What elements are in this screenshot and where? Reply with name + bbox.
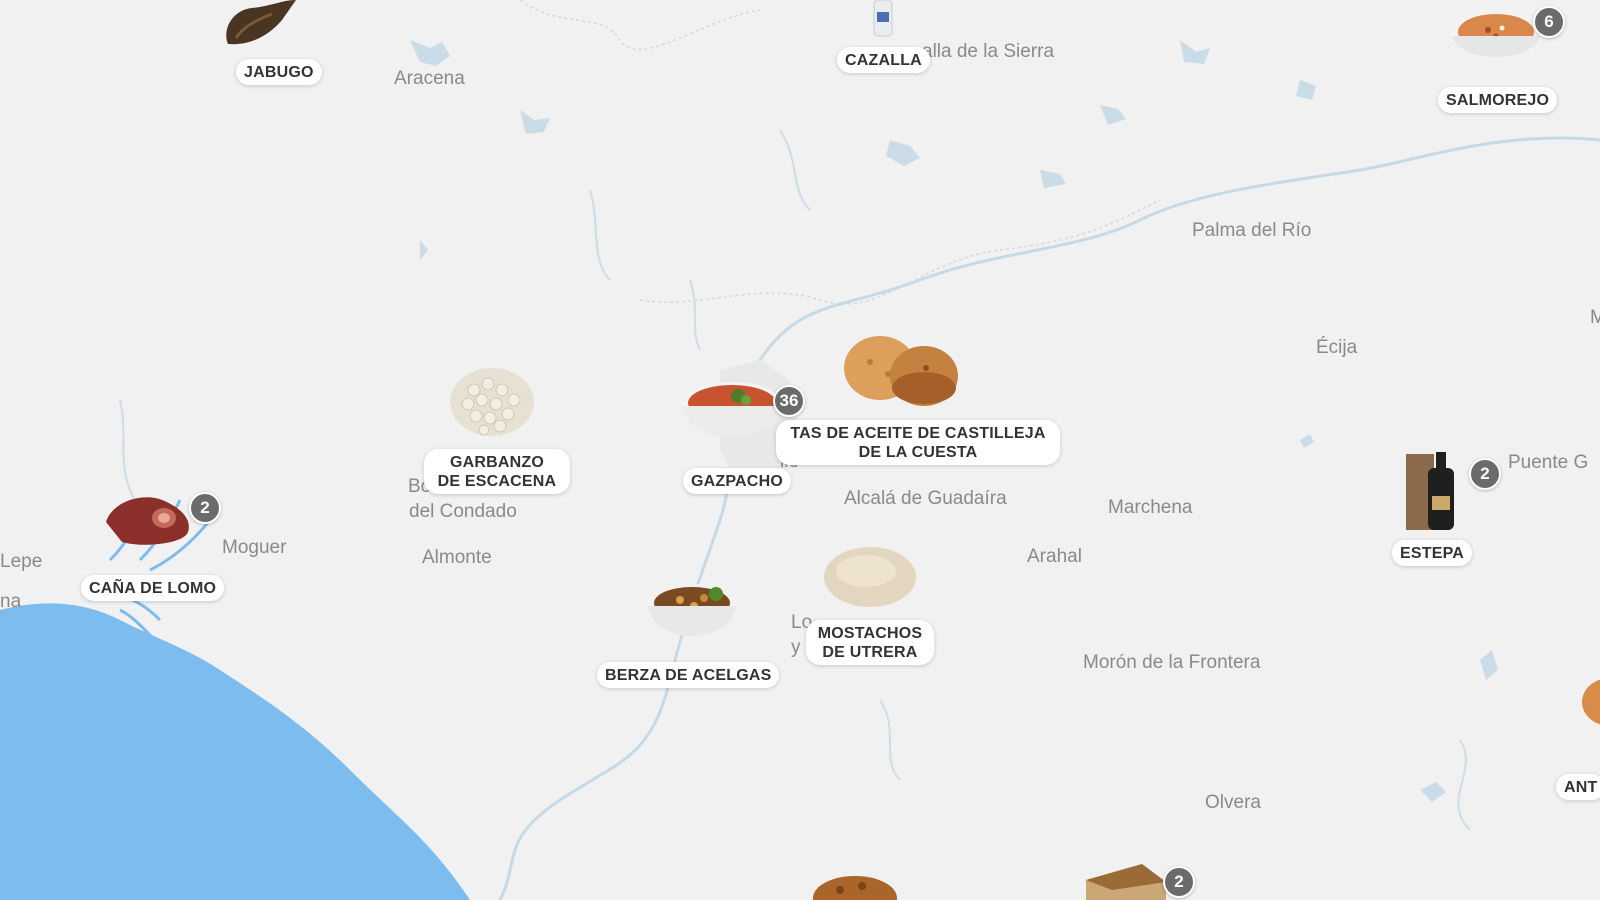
place-label-moron-de-la-frontera: Morón de la Frontera xyxy=(1083,652,1261,673)
place-label-puente: Puente G xyxy=(1508,452,1589,473)
stew-bowl-icon xyxy=(648,584,736,636)
marker-label-line: DE LA CUESTA xyxy=(858,444,978,461)
fried-dish-icon xyxy=(813,876,897,900)
count-badge-salmorejo: 6 xyxy=(1533,6,1565,38)
map-view[interactable]: Aracena alla de la Sierra Palma del Río … xyxy=(0,0,1600,900)
place-label-del-condado: del Condado xyxy=(409,501,517,522)
marker-label-line: TAS DE ACEITE DE CASTILLEJA xyxy=(790,425,1046,442)
cured-meat-icon xyxy=(106,497,189,545)
chickpeas-icon xyxy=(450,368,534,436)
marker-label-jabugo: JABUGO xyxy=(236,59,322,85)
marker-label-tortas-de-aceite: TAS DE ACEITE DE CASTILLEJA DE LA CUESTA xyxy=(776,420,1060,465)
marker-label-line: DE ESCACENA xyxy=(437,473,557,490)
marker-label-salmorejo: SALMOREJO xyxy=(1438,87,1558,113)
place-label-moguer: Moguer xyxy=(222,537,287,558)
place-label-olvera: Olvera xyxy=(1205,792,1261,813)
marker-label-line: DE UTRERA xyxy=(822,644,918,661)
count-badge-gazpacho: 36 xyxy=(773,385,805,417)
marker-label-cana-de-lomo: CAÑA DE LOMO xyxy=(81,575,225,601)
count-badge-olvera-food: 2 xyxy=(1163,866,1195,898)
place-label-arahal: Arahal xyxy=(1027,546,1082,567)
marker-label-garbanzo-de-escacena: GARBANZO DE ESCACENA xyxy=(424,449,570,494)
count-badge-cana-de-lomo: 2 xyxy=(189,492,221,524)
place-label-aracena: Aracena xyxy=(394,68,465,89)
marker-label-mostachos-de-utrera: MOSTACHOS DE UTRERA xyxy=(806,620,934,665)
soup-bowl-icon xyxy=(1582,679,1600,725)
bun-icon xyxy=(824,547,916,607)
soup-bowl-icon xyxy=(1450,10,1542,58)
place-label-almonte: Almonte xyxy=(422,547,492,568)
place-label-cazalla-de-la-sierra: alla de la Sierra xyxy=(922,41,1055,62)
place-label-palma-del-rio: Palma del Río xyxy=(1192,220,1312,241)
marker-label-line: GARBANZO xyxy=(449,454,545,471)
bottle-icon xyxy=(873,0,893,37)
marker-label-berza-de-acelgas: BERZA DE ACELGAS xyxy=(597,662,780,688)
place-label-alcala-de-guadaira: Alcalá de Guadaíra xyxy=(844,488,1007,509)
place-label-na: na xyxy=(0,591,22,612)
marker-label-cazalla: CAZALLA xyxy=(837,47,930,73)
place-label-ecija: Écija xyxy=(1316,337,1358,358)
marker-label-antequera-partial: ANT xyxy=(1556,774,1600,800)
gazpacho-bowl-icon xyxy=(682,382,782,438)
place-label-lepe: Lepe xyxy=(0,551,43,572)
cake-slice-icon xyxy=(1086,864,1166,900)
place-label-m-edge: M xyxy=(1590,307,1600,328)
marker-label-line: MOSTACHOS xyxy=(817,625,923,642)
count-badge-estepa: 2 xyxy=(1469,458,1501,490)
oil-bottle-icon xyxy=(1406,452,1454,530)
marker-label-gazpacho: GAZPACHO xyxy=(683,468,791,494)
tortas-icon xyxy=(844,336,958,406)
jamon-icon xyxy=(226,0,296,45)
marker-label-estepa: ESTEPA xyxy=(1392,540,1473,566)
place-label-y: y xyxy=(791,637,801,658)
place-label-marchena: Marchena xyxy=(1108,497,1193,518)
